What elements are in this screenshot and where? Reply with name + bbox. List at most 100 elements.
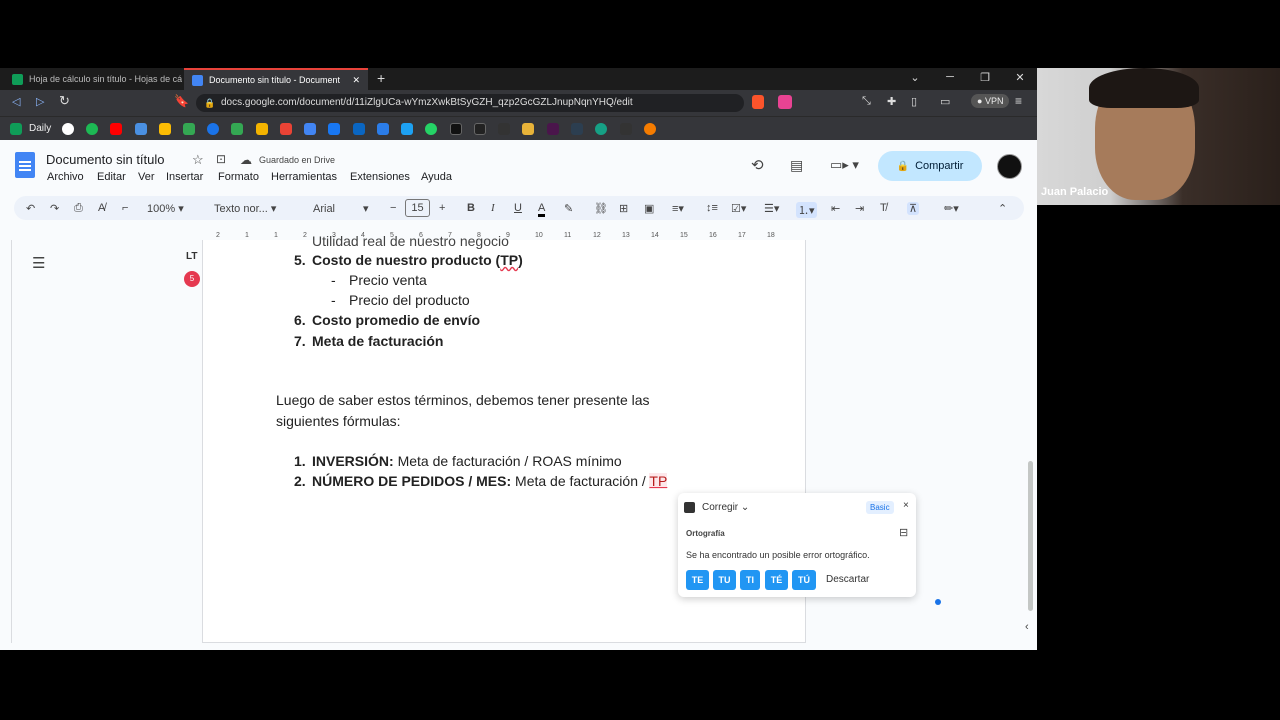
bookmark-icon-19[interactable] [498, 123, 510, 135]
lt-toolbar-icon[interactable]: ⊼ [907, 202, 920, 215]
tab-docs[interactable]: Documento sin título - Document ✕ [184, 68, 368, 90]
reload-icon[interactable]: ↻ [59, 93, 70, 109]
avatar[interactable] [997, 154, 1022, 179]
redo-icon[interactable]: ↷ [50, 202, 59, 215]
tab-search-icon[interactable]: ⌄ [900, 71, 930, 84]
bullet-list-icon[interactable]: ☰▾ [764, 202, 779, 215]
checklist-icon[interactable]: ☑▾ [731, 202, 746, 215]
menu-editar[interactable]: Editar [97, 171, 126, 183]
spellcheck-icon[interactable]: A̸ [98, 202, 105, 214]
menu-archivo[interactable]: Archivo [47, 171, 84, 183]
drive-bookmark-icon[interactable] [159, 123, 171, 135]
bookmark-icon-14[interactable] [377, 123, 389, 135]
bookmark-icon[interactable]: 🔖 [174, 94, 189, 108]
comments-icon[interactable]: ▤ [790, 157, 803, 174]
drive2-bookmark-icon[interactable] [183, 123, 195, 135]
sheets-bookmark-icon[interactable] [10, 123, 22, 135]
bookmark-icon-4[interactable] [135, 123, 147, 135]
misspelled-tp[interactable]: TP [500, 252, 518, 268]
zoom-select[interactable]: 100% ▾ [147, 202, 184, 215]
suggestion-button[interactable]: TÚ [792, 570, 816, 590]
image-icon[interactable]: ▣ [644, 202, 654, 215]
font-select[interactable]: Arial ▾ [313, 202, 369, 215]
decrease-indent-icon[interactable]: ⇤ [831, 202, 840, 215]
bookmark-icon-9[interactable] [256, 123, 268, 135]
new-tab-button[interactable]: + [377, 70, 385, 86]
star-icon[interactable]: ☆ [192, 152, 204, 168]
bookmark-icon-12[interactable] [328, 123, 340, 135]
gmail-bookmark-icon[interactable] [280, 123, 292, 135]
bold-icon[interactable]: B [467, 202, 475, 214]
tab-sheets[interactable]: Hoja de cálculo sin título - Hojas de cá [4, 68, 182, 90]
minimize-button[interactable]: ─ [935, 71, 965, 83]
move-folder-icon[interactable]: ⊡ [216, 152, 226, 166]
bookmark-icon-18[interactable] [474, 123, 486, 135]
brave-shield-icon[interactable] [752, 95, 764, 109]
forward-icon[interactable]: ▷ [36, 95, 44, 108]
underline-icon[interactable]: U [514, 202, 522, 214]
suggestion-button[interactable]: TI [740, 570, 760, 590]
editing-mode-icon[interactable]: ✏▾ [944, 202, 959, 215]
align-icon[interactable]: ≡▾ [672, 202, 684, 215]
docs-logo-icon[interactable] [15, 152, 35, 178]
spotify-bookmark-icon[interactable] [86, 123, 98, 135]
side-panel-toggle-icon[interactable]: ‹ [1025, 621, 1029, 633]
close-icon[interactable]: × [903, 500, 909, 511]
scrollbar[interactable] [1028, 461, 1033, 611]
style-select[interactable]: Texto nor... ▾ [214, 202, 276, 215]
undo-icon[interactable]: ↶ [26, 202, 35, 215]
comment-add-icon[interactable]: ⊞ [619, 202, 628, 215]
vpn-button[interactable]: ● VPN [971, 94, 1010, 108]
bookmark-icon-23[interactable] [595, 123, 607, 135]
url-field[interactable]: 🔒 docs.google.com/document/d/11iZlgUCa-w… [196, 94, 744, 112]
numbered-list-icon[interactable]: ⒈▾ [796, 202, 817, 218]
menu-icon[interactable]: ≡ [1015, 94, 1022, 108]
languagetool-count-badge[interactable]: 5 [184, 271, 200, 287]
bookmark-icon-24[interactable] [620, 123, 632, 135]
link-icon[interactable]: ⛓ [594, 202, 608, 215]
menu-insertar[interactable]: Insertar [166, 171, 203, 183]
whatsapp-bookmark-icon[interactable] [425, 123, 437, 135]
print-icon[interactable]: ⎙ [74, 202, 83, 215]
google-bookmark-icon[interactable] [62, 123, 74, 135]
sidebar-icon[interactable]: ▯ [911, 95, 917, 108]
languagetool-icon[interactable]: LT [186, 251, 197, 262]
decrease-font-icon[interactable]: − [390, 202, 396, 214]
menu-ver[interactable]: Ver [138, 171, 155, 183]
twitter-bookmark-icon[interactable] [401, 123, 413, 135]
bookmark-icon-13[interactable] [353, 123, 365, 135]
line-spacing-icon[interactable]: ↕≡ [706, 202, 718, 214]
bookmark-icon-7[interactable] [207, 123, 219, 135]
maximize-button[interactable]: ❐ [970, 71, 1000, 84]
collapse-toolbar-icon[interactable]: ⌃ [998, 202, 1007, 215]
text-color-icon[interactable]: A [538, 202, 546, 217]
share-button[interactable]: 🔒 Compartir [878, 151, 982, 181]
bookmark-icon-25[interactable] [644, 123, 656, 135]
paint-format-icon[interactable]: ⌐ [122, 202, 128, 214]
tiktok-bookmark-icon[interactable] [450, 123, 462, 135]
menu-formato[interactable]: Formato [218, 171, 259, 183]
close-tab-icon[interactable]: ✕ [352, 75, 360, 86]
corregir-dropdown[interactable]: Corregir ⌄ [702, 502, 749, 513]
bookmark-icon-11[interactable] [304, 123, 316, 135]
misspelled-tp-selected[interactable]: TP [649, 473, 668, 489]
increase-indent-icon[interactable]: ⇥ [855, 202, 864, 215]
suggestion-button[interactable]: TÉ [765, 570, 788, 590]
history-icon[interactable]: ⟲ [751, 156, 764, 174]
meet-icon[interactable]: ▭▸ ▾ [830, 157, 859, 173]
bookmark-icon-22[interactable] [571, 123, 583, 135]
menu-extensiones[interactable]: Extensiones [350, 171, 410, 183]
dismiss-button[interactable]: Descartar [826, 574, 869, 585]
increase-font-icon[interactable]: + [439, 202, 445, 214]
menu-herramientas[interactable]: Herramientas [271, 171, 337, 183]
font-size-input[interactable]: 15 [405, 199, 430, 217]
youtube-bookmark-icon[interactable] [110, 123, 122, 135]
back-icon[interactable]: ◁ [12, 95, 20, 108]
wallet-icon[interactable]: ▭ [940, 95, 950, 108]
close-window-button[interactable]: ✕ [1005, 71, 1035, 84]
bookmark-icon-21[interactable] [547, 123, 559, 135]
italic-icon[interactable]: I [491, 202, 495, 214]
bookmark-icon-8[interactable] [231, 123, 243, 135]
brave-rewards-icon[interactable] [778, 95, 792, 109]
clear-format-icon[interactable]: T̸ [880, 202, 887, 214]
